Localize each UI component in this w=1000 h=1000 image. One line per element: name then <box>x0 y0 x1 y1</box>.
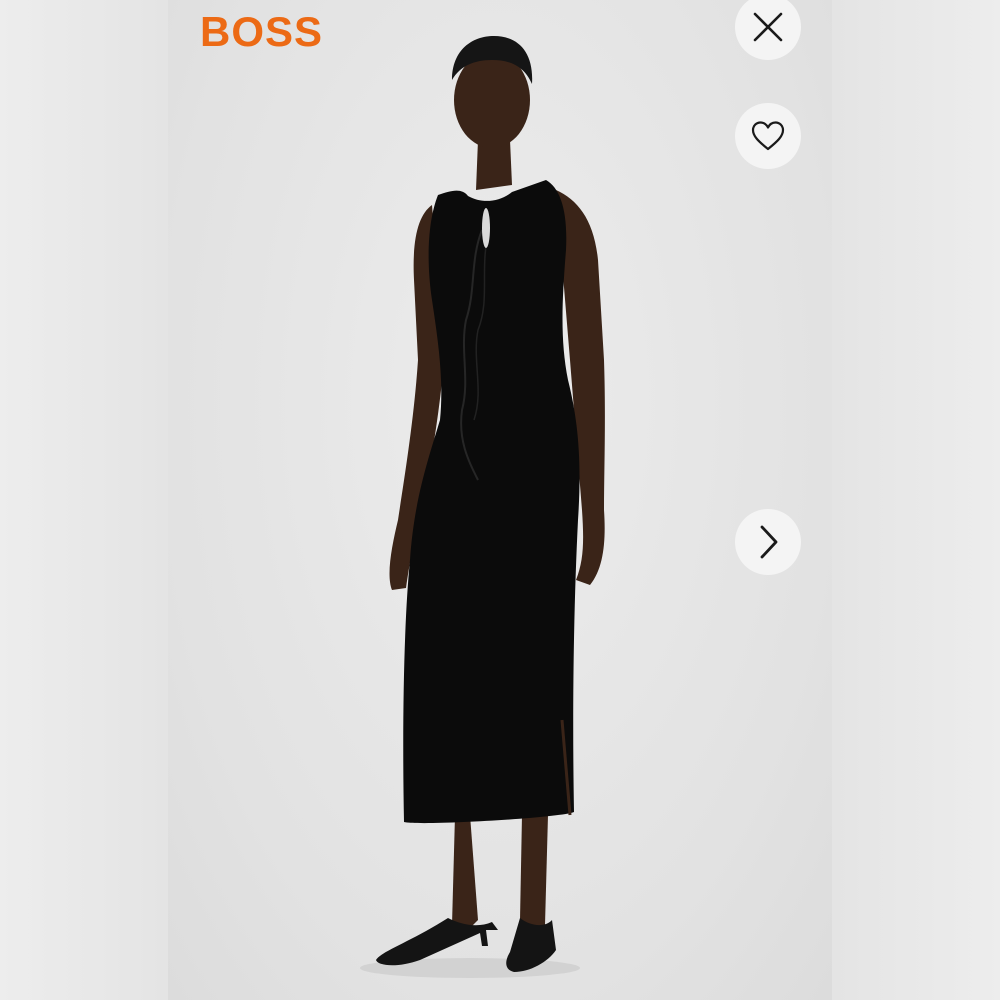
chevron-right-icon <box>760 525 778 559</box>
brand-logo[interactable]: BOSS <box>200 8 323 56</box>
heart-icon <box>751 121 785 151</box>
product-photo <box>168 0 832 1000</box>
left-backdrop <box>0 0 168 1000</box>
favorite-button[interactable] <box>735 103 801 169</box>
model-illustration <box>360 36 605 978</box>
close-icon <box>753 12 783 42</box>
next-image-button[interactable] <box>735 509 801 575</box>
right-backdrop <box>832 0 1000 1000</box>
product-image-viewer: BOSS <box>0 0 1000 1000</box>
